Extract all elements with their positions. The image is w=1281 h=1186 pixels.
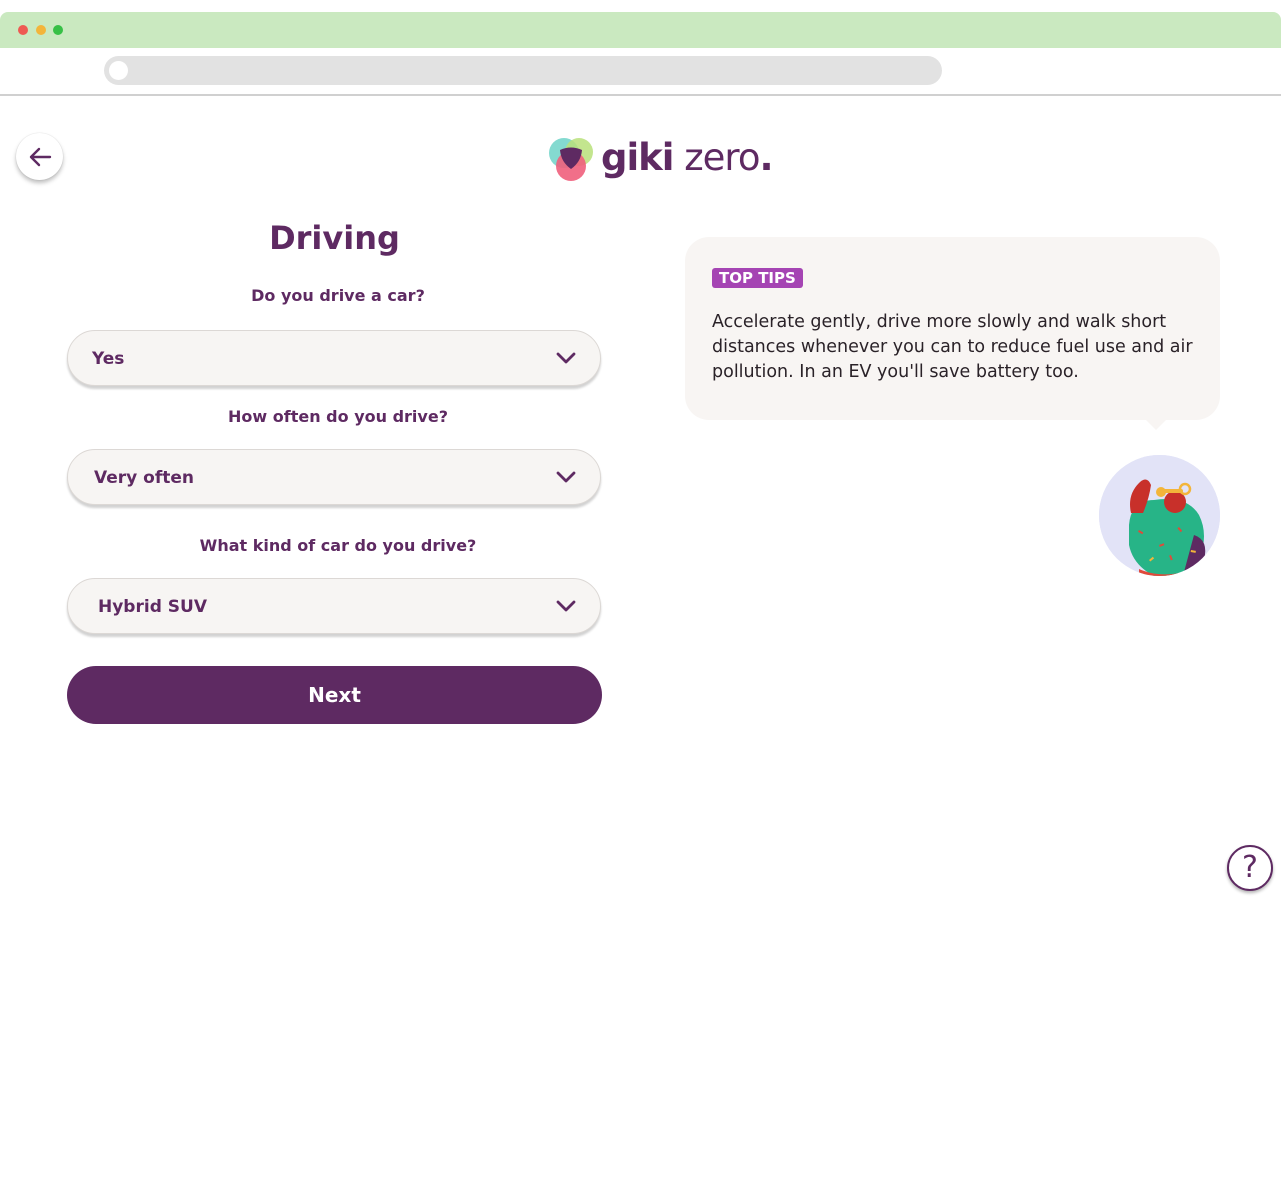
chevron-down-icon xyxy=(556,600,576,612)
address-bar[interactable] xyxy=(104,56,942,85)
top-tips-card: TOP TIPS Accelerate gently, drive more s… xyxy=(685,237,1220,420)
back-button[interactable] xyxy=(16,133,63,180)
minimize-window-icon[interactable] xyxy=(36,25,46,35)
question-car-type-label: What kind of car do you drive? xyxy=(199,536,477,555)
question-drive-frequency-label: How often do you drive? xyxy=(228,407,448,426)
question-drive-car-label: Do you drive a car? xyxy=(251,286,425,305)
chevron-down-icon xyxy=(556,471,576,483)
help-button[interactable]: ? xyxy=(1227,845,1273,891)
person-with-keys-icon xyxy=(1099,455,1220,576)
arrow-left-icon xyxy=(29,147,51,166)
site-info-icon[interactable] xyxy=(109,61,128,80)
giki-zero-logo[interactable]: giki zero. xyxy=(548,133,774,183)
drive-frequency-value: Very often xyxy=(94,468,194,488)
next-button[interactable]: Next xyxy=(67,666,602,724)
logo-wordmark: giki zero. xyxy=(601,136,774,179)
help-icon: ? xyxy=(1242,850,1258,885)
top-tips-badge: TOP TIPS xyxy=(712,268,803,288)
driver-illustration xyxy=(1099,455,1220,576)
drive-car-select[interactable]: Yes xyxy=(67,330,601,386)
top-tips-text: Accelerate gently, drive more slowly and… xyxy=(712,312,1193,382)
chevron-down-icon xyxy=(556,352,576,364)
browser-toolbar xyxy=(0,48,1281,96)
browser-titlebar xyxy=(0,12,1281,48)
drive-frequency-select[interactable]: Very often xyxy=(67,449,601,505)
car-type-value: Hybrid SUV xyxy=(98,597,207,617)
speech-bubble-tail xyxy=(1145,419,1167,430)
close-window-icon[interactable] xyxy=(18,25,28,35)
maximize-window-icon[interactable] xyxy=(53,25,63,35)
car-type-select[interactable]: Hybrid SUV xyxy=(67,578,601,634)
logo-mark-icon xyxy=(549,138,593,181)
page-title: Driving xyxy=(269,219,400,257)
drive-car-value: Yes xyxy=(92,349,125,369)
